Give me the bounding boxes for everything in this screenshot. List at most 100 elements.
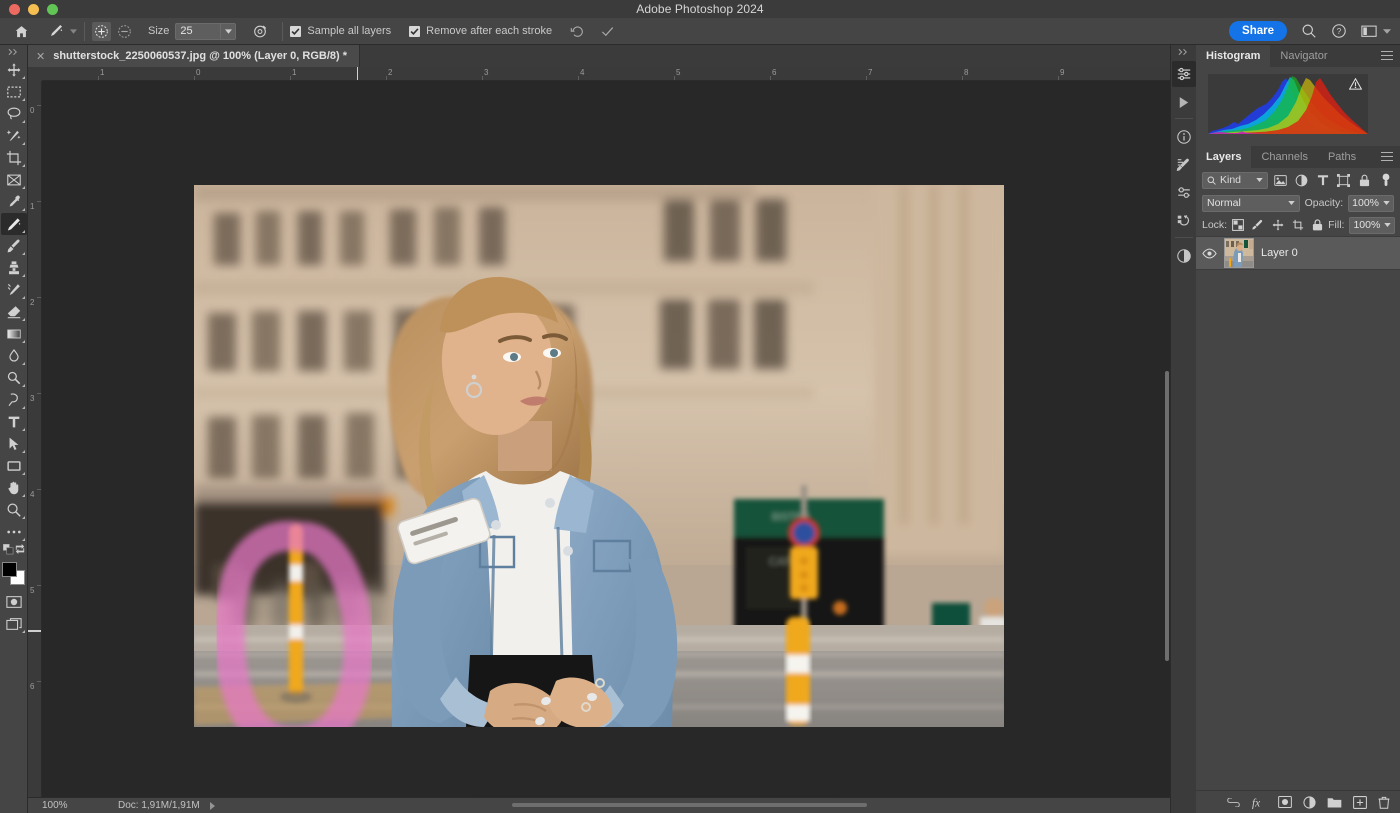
- chevron-down-icon[interactable]: [1383, 201, 1390, 205]
- opacity-field[interactable]: 100%: [1348, 195, 1394, 212]
- filter-pixel-icon[interactable]: [1273, 171, 1289, 189]
- hand-tool[interactable]: [1, 477, 27, 499]
- eyedropper-tool[interactable]: [1, 191, 27, 213]
- fill-field[interactable]: 100%: [1349, 217, 1395, 234]
- filter-adjustment-icon[interactable]: [1294, 171, 1310, 189]
- brush-settings-icon[interactable]: [1172, 152, 1196, 178]
- edit-toolbar-button[interactable]: [1, 521, 27, 543]
- info-icon[interactable]: [1172, 124, 1196, 150]
- path-selection-tool[interactable]: [1, 433, 27, 455]
- screen-mode-icon[interactable]: [1, 613, 27, 635]
- tab-histogram[interactable]: Histogram: [1196, 45, 1270, 67]
- lasso-tool[interactable]: [1, 103, 27, 125]
- undo-icon[interactable]: [568, 22, 586, 40]
- filter-type-icon[interactable]: [1315, 171, 1331, 189]
- document-tab[interactable]: ✕ shutterstock_2250060537.jpg @ 100% (La…: [28, 45, 360, 67]
- frame-tool[interactable]: [1, 169, 27, 191]
- close-icon[interactable]: ✕: [36, 50, 45, 63]
- quick-mask-icon[interactable]: [1, 591, 27, 613]
- rectangle-tool[interactable]: [1, 455, 27, 477]
- horizontal-ruler[interactable]: 1 0 1 2 3 4 5 6 7 8 9: [28, 67, 1170, 81]
- workspace-icon[interactable]: [1359, 21, 1379, 41]
- eye-icon[interactable]: [1202, 248, 1217, 259]
- properties-icon[interactable]: [1172, 61, 1196, 87]
- object-selection-tool[interactable]: [1, 125, 27, 147]
- filter-toggle-icon[interactable]: [1378, 171, 1394, 189]
- remove-after-each-stroke-checkbox[interactable]: Remove after each stroke: [409, 18, 552, 44]
- canvas-vertical-scrollbar[interactable]: [1165, 371, 1169, 661]
- help-icon[interactable]: ?: [1329, 21, 1349, 41]
- subtract-from-selection-icon[interactable]: [115, 22, 134, 41]
- swap-colors-icon[interactable]: [15, 544, 25, 554]
- spot-healing-brush-tool[interactable]: [1, 213, 27, 235]
- new-layer-icon[interactable]: [1353, 796, 1367, 809]
- discover-play-icon[interactable]: [1172, 89, 1196, 115]
- vertical-ruler[interactable]: 0 1 2 3 4 5 6: [28, 81, 42, 797]
- lock-image-pixels-icon[interactable]: [1252, 219, 1264, 231]
- brush-tool[interactable]: [1, 235, 27, 257]
- double-chevron-right-icon[interactable]: [0, 45, 28, 59]
- foreground-color-swatch[interactable]: [2, 562, 17, 577]
- brush-size-input[interactable]: [176, 24, 220, 39]
- crop-tool[interactable]: [1, 147, 27, 169]
- type-tool[interactable]: [1, 411, 27, 433]
- lock-transparent-pixels-icon[interactable]: [1232, 219, 1244, 231]
- gradient-tool[interactable]: [1, 323, 27, 345]
- sample-all-layers-checkbox[interactable]: Sample all layers: [290, 18, 391, 44]
- canvas-horizontal-scrollbar[interactable]: [42, 801, 1162, 809]
- brush-size-caret-icon[interactable]: [220, 24, 235, 39]
- tool-preset-caret-icon[interactable]: [70, 29, 77, 34]
- lock-artboard-icon[interactable]: [1292, 219, 1304, 231]
- brush-size-field[interactable]: [175, 23, 236, 40]
- lock-all-icon[interactable]: [1312, 219, 1323, 231]
- double-chevron-right-icon[interactable]: [1171, 45, 1197, 59]
- layer-thumbnail[interactable]: [1224, 238, 1254, 268]
- filter-shape-icon[interactable]: [1336, 171, 1352, 189]
- chevron-down-icon[interactable]: [1384, 223, 1391, 227]
- tab-navigator[interactable]: Navigator: [1270, 45, 1337, 67]
- add-layer-mask-icon[interactable]: [1278, 796, 1292, 808]
- lock-position-icon[interactable]: [1272, 219, 1284, 231]
- layer-style-fx-icon[interactable]: fx: [1252, 796, 1267, 809]
- checkmark-icon[interactable]: [598, 22, 616, 40]
- layer-filter-kind-select[interactable]: Kind: [1202, 172, 1268, 189]
- panel-menu-icon[interactable]: [1381, 51, 1393, 60]
- spot-healing-brush-icon[interactable]: [45, 21, 67, 41]
- move-tool[interactable]: [1, 59, 27, 81]
- image-layer-content[interactable]: BISTRO CAFE: [194, 185, 1004, 727]
- blend-mode-select[interactable]: Normal: [1202, 195, 1300, 212]
- warning-triangle-icon[interactable]: [1349, 78, 1362, 90]
- adjustments-icon[interactable]: [1172, 180, 1196, 206]
- search-icon[interactable]: [1299, 21, 1319, 41]
- default-colors-icon[interactable]: [3, 544, 14, 555]
- chevron-down-icon[interactable]: [1288, 201, 1295, 205]
- add-to-selection-icon[interactable]: [92, 22, 111, 41]
- chevron-down-icon[interactable]: [1256, 178, 1263, 182]
- new-group-icon[interactable]: [1327, 796, 1342, 808]
- pen-tool[interactable]: [1, 389, 27, 411]
- blur-tool[interactable]: [1, 345, 27, 367]
- tab-layers[interactable]: Layers: [1196, 146, 1251, 168]
- filter-smart-object-icon[interactable]: [1357, 171, 1373, 189]
- canvas[interactable]: BISTRO CAFE: [42, 81, 1170, 797]
- history-icon[interactable]: [1172, 208, 1196, 234]
- history-brush-tool[interactable]: [1, 279, 27, 301]
- adjustment-circle-icon[interactable]: [1172, 243, 1196, 269]
- tab-paths[interactable]: Paths: [1318, 146, 1366, 168]
- histogram-graph[interactable]: [1208, 74, 1368, 134]
- eraser-tool[interactable]: [1, 301, 27, 323]
- rectangular-marquee-tool[interactable]: [1, 81, 27, 103]
- zoom-tool[interactable]: [1, 499, 27, 521]
- panel-menu-icon[interactable]: [1381, 152, 1393, 161]
- scrollbar-thumb[interactable]: [512, 803, 867, 807]
- delete-layer-icon[interactable]: [1378, 796, 1390, 809]
- new-adjustment-layer-icon[interactable]: [1303, 796, 1316, 809]
- layer-row[interactable]: Layer 0: [1196, 236, 1400, 270]
- share-button[interactable]: Share: [1229, 21, 1287, 41]
- dodge-tool[interactable]: [1, 367, 27, 389]
- tab-channels[interactable]: Channels: [1251, 146, 1317, 168]
- chevron-down-icon[interactable]: [1383, 29, 1391, 34]
- brush-settings-icon[interactable]: [250, 21, 270, 41]
- home-icon[interactable]: [11, 21, 31, 41]
- link-layers-icon[interactable]: [1226, 798, 1241, 807]
